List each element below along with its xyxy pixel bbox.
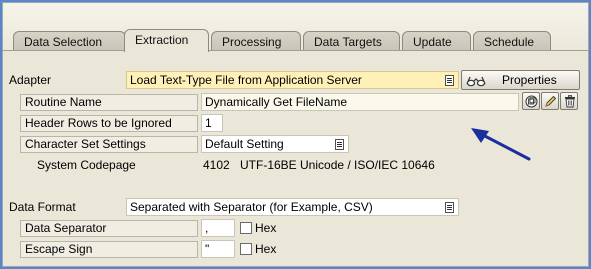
- tab-extraction[interactable]: Extraction: [124, 29, 209, 52]
- tab-label: Extraction: [135, 33, 189, 47]
- annotation-arrow: [471, 128, 531, 161]
- infopackage-panel: Data Selection Extraction Processing Dat…: [2, 2, 589, 267]
